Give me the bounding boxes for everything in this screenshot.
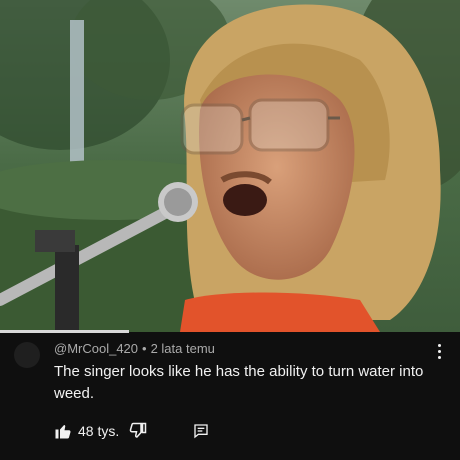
meta-separator: • [142, 341, 147, 356]
video-still-image [0, 0, 460, 332]
comment-time: 2 lata temu [150, 341, 215, 356]
comment-author[interactable]: @MrCool_420 [54, 341, 138, 356]
avatar[interactable] [14, 342, 40, 368]
thumbs-down-icon[interactable] [129, 422, 147, 440]
comment-meta: @MrCool_420 • 2 lata temu [54, 341, 215, 356]
thumbs-up-icon[interactable] [54, 422, 72, 440]
comment-text: The singer looks like he has the ability… [54, 363, 424, 402]
reply-icon[interactable] [193, 423, 209, 439]
comment: @MrCool_420 • 2 lata temu The singer looks… [0, 333, 460, 460]
more-vert-icon[interactable] [436, 344, 442, 362]
comment-actions: 48 tys. [54, 421, 209, 441]
like-count: 48 tys. [78, 423, 120, 439]
